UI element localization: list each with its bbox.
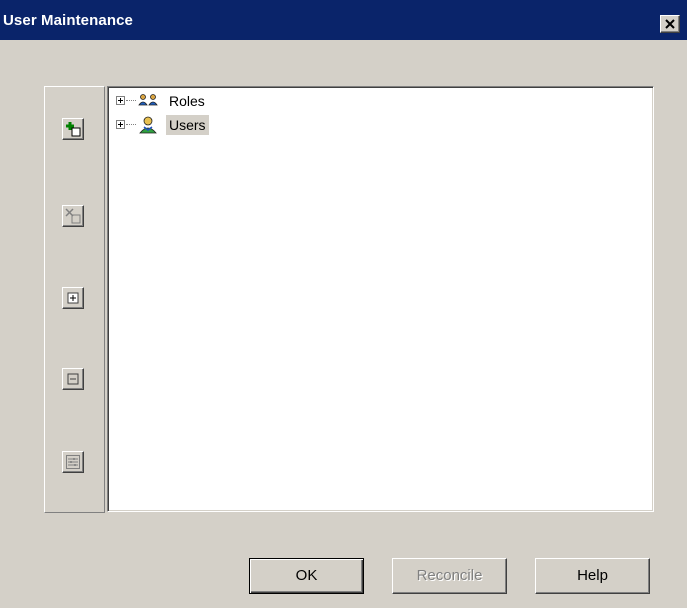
- tree-toolbar: [44, 86, 105, 513]
- window-title: User Maintenance: [3, 12, 133, 29]
- expand-icon: [67, 292, 79, 304]
- user-maintenance-dialog: User Maintenance Roles Users OK Reconcil…: [0, 0, 687, 608]
- tree-connector: [126, 124, 136, 125]
- close-icon: [665, 19, 675, 29]
- help-button[interactable]: Help: [535, 558, 650, 594]
- delete-button[interactable]: [62, 205, 84, 227]
- tree-node-label[interactable]: Roles: [166, 91, 208, 111]
- tree-connector: [126, 100, 136, 101]
- properties-button[interactable]: [62, 451, 84, 473]
- user-icon: [139, 116, 157, 134]
- add-icon: [66, 122, 81, 137]
- properties-icon: [66, 455, 80, 469]
- collapse-icon: [67, 373, 79, 385]
- title-bar[interactable]: User Maintenance: [0, 0, 687, 40]
- add-button[interactable]: [62, 118, 84, 140]
- collapse-button[interactable]: [62, 368, 84, 390]
- expand-toggle[interactable]: [116, 120, 125, 129]
- tree-node-label[interactable]: Users: [166, 115, 209, 135]
- expand-toggle[interactable]: [116, 96, 125, 105]
- delete-icon: [65, 208, 81, 224]
- ok-button[interactable]: OK: [249, 558, 364, 594]
- roles-icon: [138, 94, 158, 106]
- user-tree[interactable]: Roles Users: [107, 86, 654, 512]
- close-button[interactable]: [660, 15, 680, 33]
- reconcile-button[interactable]: Reconcile: [392, 558, 507, 594]
- expand-button[interactable]: [62, 287, 84, 309]
